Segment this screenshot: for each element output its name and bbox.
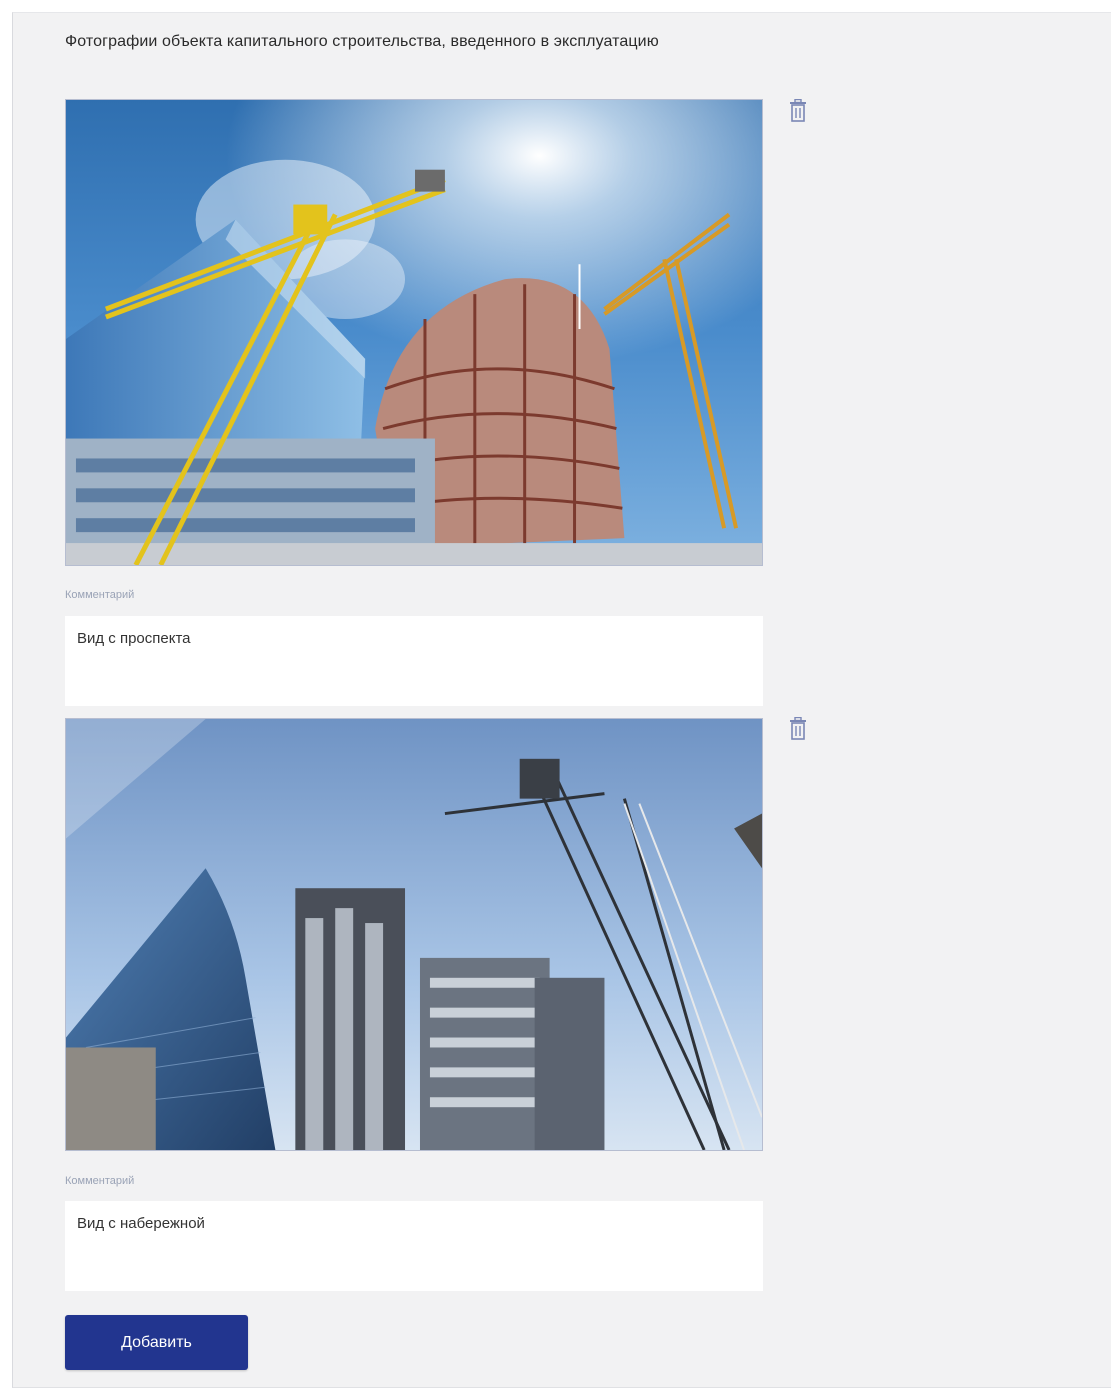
trash-icon — [790, 716, 806, 740]
photo-2-image — [66, 719, 762, 1150]
comment-field-1[interactable]: Вид с проспекта — [65, 616, 763, 706]
comment-field-2[interactable]: Вид с набережной — [65, 1201, 763, 1291]
delete-photo-1-button[interactable] — [787, 98, 809, 123]
comment-label-1: Комментарий — [65, 589, 135, 601]
section-title: Фотографии объекта капитального строител… — [65, 33, 659, 50]
delete-photo-2-button[interactable] — [787, 716, 809, 741]
photo-2[interactable] — [65, 718, 763, 1151]
trash-icon — [790, 98, 806, 122]
photo-1[interactable] — [65, 99, 763, 566]
photo-1-image — [66, 100, 762, 565]
comment-label-2: Комментарий — [65, 1175, 135, 1187]
add-button[interactable]: Добавить — [65, 1315, 248, 1370]
photos-panel: Фотографии объекта капитального строител… — [12, 12, 1111, 1388]
